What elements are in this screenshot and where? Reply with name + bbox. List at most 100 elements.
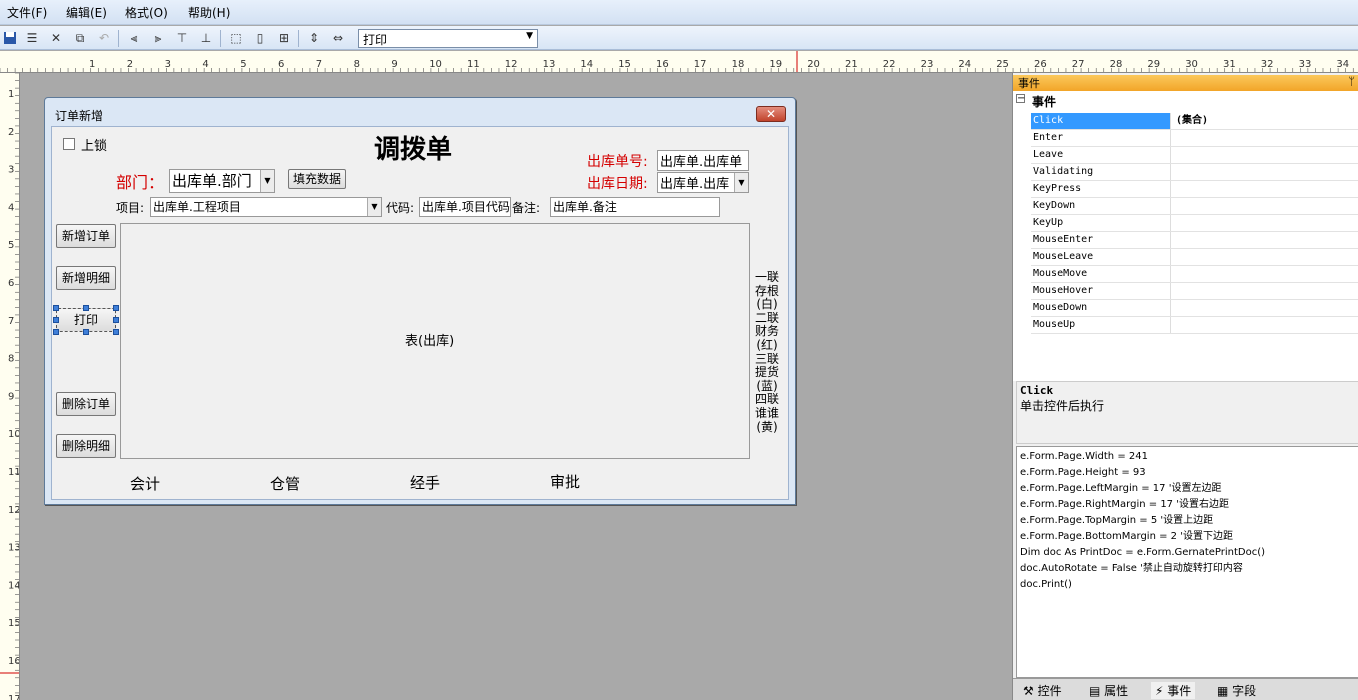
add-order-button[interactable]: 新增订单 (56, 224, 116, 248)
fill-data-button[interactable]: 填充数据 (288, 169, 346, 189)
event-row[interactable]: KeyUp (1031, 215, 1358, 232)
selection-handle[interactable] (83, 329, 89, 335)
selection-handle[interactable] (113, 305, 119, 311)
event-row[interactable]: Leave (1031, 147, 1358, 164)
tab-events[interactable]: ⚡ 事件 (1151, 682, 1196, 699)
chevron-down-icon: ▼ (734, 173, 748, 192)
event-name: MouseUp (1031, 317, 1171, 333)
delete-detail-button[interactable]: 删除明细 (56, 434, 116, 458)
collapse-icon[interactable]: − (1016, 94, 1025, 104)
close-button[interactable]: ✕ (756, 106, 786, 122)
event-row[interactable]: Click (集合) (1031, 113, 1358, 130)
signature-approval: 审批 (550, 473, 581, 491)
out-no-field[interactable]: 出库单.出库单 (657, 150, 749, 171)
event-row[interactable]: MouseMove (1031, 266, 1358, 283)
description-text: 单击控件后执行 (1020, 399, 1105, 413)
chevron-down-icon: ▼ (526, 31, 533, 41)
ruler-number: 15 (8, 618, 20, 629)
properties-icon[interactable]: ☰ (24, 30, 40, 46)
event-value[interactable] (1172, 215, 1358, 231)
event-row[interactable]: KeyDown (1031, 198, 1358, 215)
copy-icon[interactable]: ⧉ (72, 30, 88, 46)
selection-handle[interactable] (83, 305, 89, 311)
signature-accountant: 会计 (130, 475, 161, 493)
event-row[interactable]: MouseHover (1031, 283, 1358, 300)
cut-icon[interactable]: ✕ (48, 30, 64, 46)
event-row[interactable]: KeyPress (1031, 181, 1358, 198)
chevron-down-icon: ▼ (260, 170, 274, 192)
event-value[interactable] (1172, 283, 1358, 299)
ruler-number: 1 (89, 59, 95, 70)
code-field[interactable]: 出库单.项目代码 (419, 197, 511, 217)
ruler-number: 13 (8, 543, 20, 554)
ruler-number: 3 (8, 165, 14, 176)
event-value[interactable]: (集合) (1172, 113, 1358, 129)
form-window[interactable]: 订单新增 ✕ 上锁 调拨单 出库单号: 出库单.出库单 部门： 出库单.部门 ▼ … (44, 97, 796, 505)
menu-file[interactable]: 文件(F) (7, 4, 47, 21)
horizontal-ruler: 1 2 3 4 5 6 7 8 9 10 11 12 13 14 15 16 17 18 19 20 21 22 23 24 2… (0, 51, 1010, 73)
tab-properties[interactable]: ▤ 属性 (1089, 682, 1128, 699)
menu-format[interactable]: 格式(O) (125, 4, 168, 21)
event-value[interactable] (1172, 266, 1358, 282)
selection-handle[interactable] (53, 305, 59, 311)
selection-handle[interactable] (113, 329, 119, 335)
event-value[interactable] (1172, 317, 1358, 333)
lock-checkbox[interactable] (63, 138, 75, 150)
lock-label: 上锁 (81, 139, 108, 154)
event-value[interactable] (1172, 181, 1358, 197)
undo-icon[interactable]: ↶ (96, 30, 112, 46)
selection-handle[interactable] (53, 329, 59, 335)
dept-label: 部门： (116, 173, 165, 192)
align-bottom-icon[interactable]: ⊥ (198, 30, 214, 46)
menu-help[interactable]: 帮助(H) (188, 4, 230, 21)
event-combo-value: 打印 (363, 33, 388, 47)
save-icon[interactable] (2, 30, 18, 46)
remark-field[interactable]: 出库单.备注 (550, 197, 720, 217)
event-row[interactable]: MouseUp (1031, 317, 1358, 334)
event-name: MouseLeave (1031, 249, 1171, 265)
event-value[interactable] (1172, 130, 1358, 146)
panel-tabs: ⚒ 控件 ▤ 属性 ⚡ 事件 ▦ 字段 (1013, 678, 1358, 700)
align-top-icon[interactable]: ⊤ (174, 30, 190, 46)
menu-edit[interactable]: 编辑(E) (66, 4, 107, 21)
delete-order-button[interactable]: 删除订单 (56, 392, 116, 416)
project-combo[interactable]: 出库单.工程项目 ▼ (150, 197, 382, 217)
align-right-icon[interactable]: ⫸ (150, 30, 166, 46)
pin-icon[interactable]: ᛘ (1348, 75, 1355, 88)
add-detail-button[interactable]: 新增明细 (56, 266, 116, 290)
tab-fields[interactable]: ▦ 字段 (1217, 682, 1256, 699)
form-client-area: 上锁 调拨单 出库单号: 出库单.出库单 部门： 出库单.部门 ▼ 填充数据 出库… (51, 126, 789, 500)
code-editor[interactable]: e.Form.Page.Width = 241 e.Form.Page.Heig… (1016, 446, 1358, 678)
out-date-field[interactable]: 出库单.出库 ▼ (657, 172, 749, 193)
event-value[interactable] (1172, 164, 1358, 180)
horizontal-spacing-icon[interactable]: ⇔ (330, 30, 346, 46)
event-value[interactable] (1172, 147, 1358, 163)
event-row[interactable]: MouseEnter (1031, 232, 1358, 249)
dept-combo[interactable]: 出库单.部门 ▼ (169, 169, 275, 193)
selection-handle[interactable] (113, 317, 119, 323)
event-combo[interactable]: 打印 ▼ (358, 29, 538, 48)
same-height-icon[interactable]: ▯ (252, 30, 268, 46)
event-row[interactable]: Validating (1031, 164, 1358, 181)
event-value[interactable] (1172, 198, 1358, 214)
event-value[interactable] (1172, 300, 1358, 316)
event-value[interactable] (1172, 232, 1358, 248)
vertical-spacing-icon[interactable]: ⇕ (306, 30, 322, 46)
selection-handle[interactable] (53, 317, 59, 323)
signature-warehouse: 仓管 (270, 475, 301, 493)
same-size-icon[interactable]: ⊞ (276, 30, 292, 46)
toolbar: ☰ ✕ ⧉ ↶ ⫷ ⫸ ⊤ ⊥ ⬚ ▯ ⊞ ⇕ ⇔ 打印 ▼ (0, 26, 1358, 50)
table-outbound[interactable]: 表(出库) (120, 223, 750, 459)
ruler-number: 6 (8, 278, 14, 289)
panel-title: 事件 (1018, 77, 1040, 90)
event-row[interactable]: MouseLeave (1031, 249, 1358, 266)
event-row[interactable]: MouseDown (1031, 300, 1358, 317)
event-name: MouseHover (1031, 283, 1171, 299)
ruler-number: 11 (8, 467, 20, 478)
align-left-icon[interactable]: ⫷ (126, 30, 142, 46)
ruler-number: 5 (240, 59, 246, 70)
same-width-icon[interactable]: ⬚ (228, 30, 244, 46)
event-value[interactable] (1172, 249, 1358, 265)
event-row[interactable]: Enter (1031, 130, 1358, 147)
tab-controls[interactable]: ⚒ 控件 (1023, 682, 1062, 699)
